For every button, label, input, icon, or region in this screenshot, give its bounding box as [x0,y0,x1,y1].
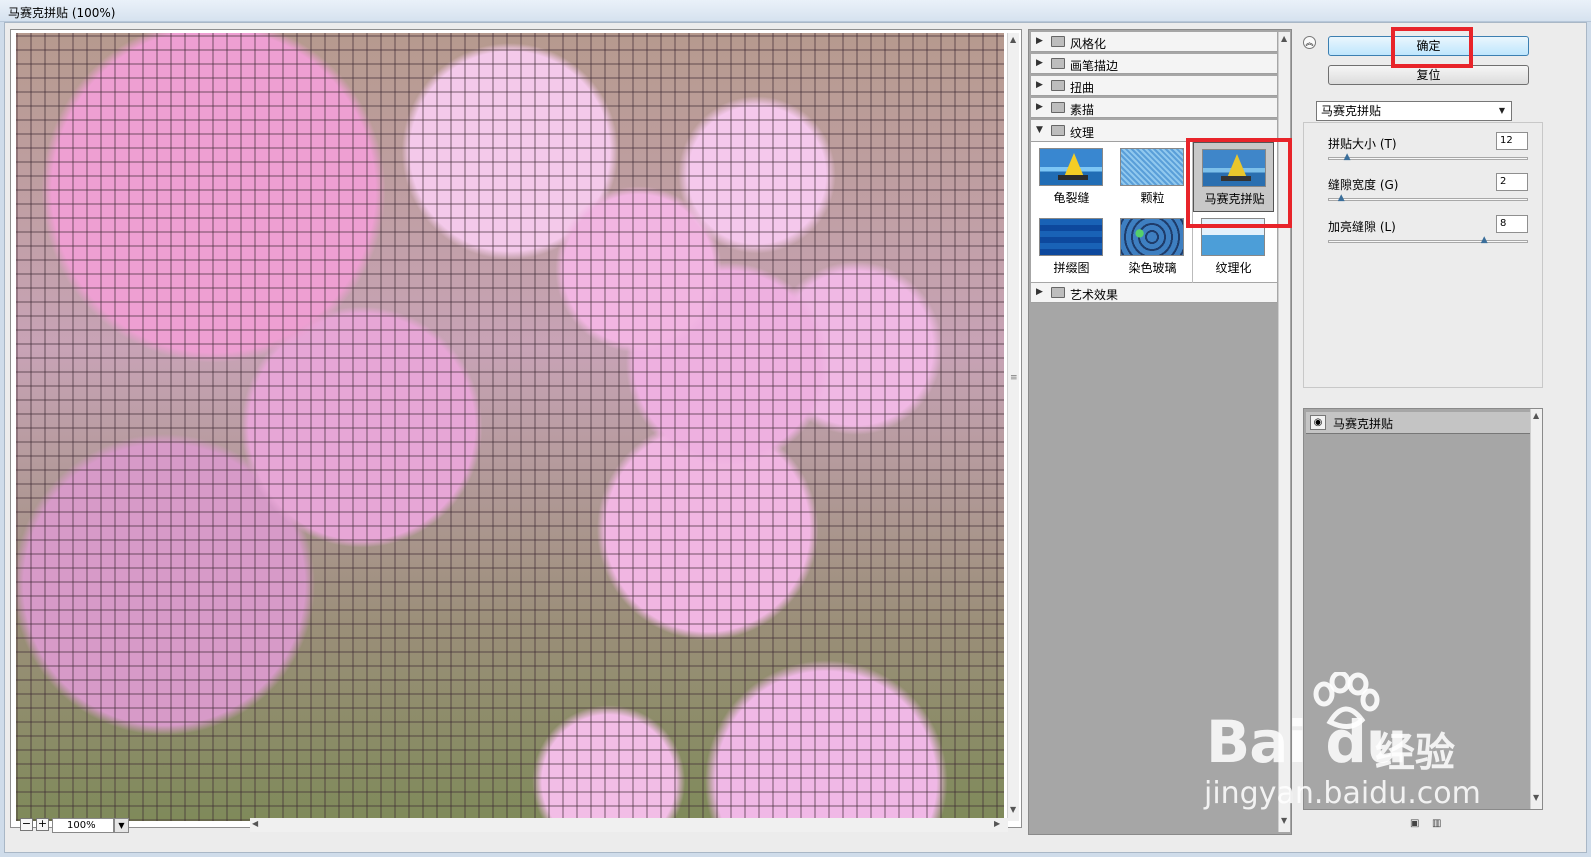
param-value-field[interactable]: 12 [1496,132,1528,150]
slider-thumb-icon[interactable]: ▲ [1344,153,1352,162]
collapse-gallery-icon[interactable]: ︽ [1303,36,1316,49]
expand-triangle-icon[interactable]: ▶ [1036,102,1043,112]
preview-frame: ▲ ≡ ▼ [10,29,1022,828]
param-value-field[interactable]: 2 [1496,173,1528,191]
slider-track[interactable] [1328,157,1528,160]
category-brush-strokes[interactable]: ▶ 画笔描边 [1031,54,1277,74]
scroll-right-icon[interactable]: ▶ [994,819,1000,828]
thumb-label: 拼缀图 [1053,261,1090,275]
folder-icon [1051,58,1065,69]
folder-icon [1051,36,1065,47]
filter-select[interactable]: 马赛克拼贴 ▼ [1316,101,1512,121]
collapse-triangle-icon[interactable]: ▼ [1036,125,1043,135]
filter-thumb-patchwork[interactable]: 拼缀图 [1031,212,1112,282]
category-artistic[interactable]: ▶ 艺术效果 [1031,283,1277,303]
category-label: 纹理 [1070,126,1095,140]
scroll-left-icon[interactable]: ◀ [252,819,258,828]
expand-triangle-icon[interactable]: ▶ [1036,80,1043,90]
expand-triangle-icon[interactable]: ▶ [1036,58,1043,68]
scroll-down-icon[interactable]: ▼ [1010,805,1016,814]
param-value-field[interactable]: 8 [1496,215,1528,233]
layer-name: 马赛克拼贴 [1333,417,1394,431]
expand-triangle-icon[interactable]: ▶ [1036,287,1043,297]
zoom-level-field[interactable]: 100% [52,818,114,833]
expand-triangle-icon[interactable]: ▶ [1036,36,1043,46]
zoom-dropdown-icon[interactable]: ▼ [114,818,129,833]
eye-icon[interactable]: ◉ [1310,415,1326,430]
highlight-box-mosaic-thumb [1186,138,1292,228]
filter-select-value: 马赛克拼贴 [1321,104,1382,118]
filter-parameters: 拼贴大小 (T) 12 ▲ 缝隙宽度 (G) 2 ▲ 加亮缝隙 (L) 8 ▲ [1303,122,1543,388]
thumb-label: 纹理化 [1215,261,1252,275]
filter-thumb-craquelure[interactable]: 龟裂缝 [1031,142,1112,212]
param-label: 加亮缝隙 (L) [1328,220,1396,234]
effect-layer-row[interactable]: ◉ 马赛克拼贴 [1306,412,1530,434]
chevron-down-icon[interactable]: ▼ [1495,104,1509,118]
scroll-down-icon[interactable]: ▼ [1533,793,1539,802]
thumbnail-image [1120,148,1184,186]
reset-button[interactable]: 复位 [1328,65,1529,85]
baidu-jingyan-watermark: Bai du 经验 jingyan.baidu.com [1200,672,1500,822]
folder-open-icon [1051,125,1065,136]
thumb-label: 颗粒 [1140,191,1165,205]
zoom-in-button[interactable]: + [36,818,49,831]
zoom-bar: − + 100% ▼ ◀ ▶ [10,815,1022,835]
category-distort[interactable]: ▶ 扭曲 [1031,76,1277,96]
preview-image[interactable] [16,33,1004,821]
preview-horizontal-scrollbar[interactable]: ◀ ▶ [250,818,1008,832]
window-title: 马赛克拼贴 (100%) [8,6,116,20]
category-label: 扭曲 [1070,81,1095,95]
thumb-label: 龟裂缝 [1053,191,1090,205]
filter-thumb-grain[interactable]: 颗粒 [1112,142,1193,212]
title-bar: 马赛克拼贴 (100%) [0,0,1591,22]
param-grout-width: 缝隙宽度 (G) 2 ▲ [1328,173,1528,214]
category-stylize[interactable]: ▶ 风格化 [1031,32,1277,52]
category-label: 画笔描边 [1070,59,1119,73]
scroll-up-icon[interactable]: ▲ [1533,411,1539,420]
slider-track[interactable] [1328,198,1528,201]
folder-icon [1051,80,1065,91]
scroll-up-icon[interactable]: ▲ [1281,34,1287,43]
filter-thumb-stained-glass[interactable]: 染色玻璃 [1112,212,1193,282]
watermark-brand-cn: 经验 [1375,730,1455,776]
param-tile-size: 拼贴大小 (T) 12 ▲ [1328,132,1528,173]
preview-vertical-scrollbar[interactable]: ▲ ≡ ▼ [1007,33,1019,821]
folder-icon [1051,287,1065,298]
folder-icon [1051,102,1065,113]
slider-thumb-icon[interactable]: ▲ [1481,236,1489,245]
scroll-grip-icon[interactable]: ≡ [1010,373,1018,383]
param-label: 缝隙宽度 (G) [1328,178,1399,192]
slider-track[interactable] [1328,240,1528,243]
category-label: 素描 [1070,103,1095,117]
scroll-up-icon[interactable]: ▲ [1010,35,1016,44]
layers-scrollbar[interactable]: ▲ ▼ [1530,409,1542,809]
highlight-box-ok [1391,27,1473,68]
slider-thumb-icon[interactable]: ▲ [1338,194,1346,203]
thumbnail-image [1039,218,1103,256]
category-label: 艺术效果 [1070,288,1119,302]
category-label: 风格化 [1070,37,1107,51]
param-label: 拼贴大小 (T) [1328,137,1397,151]
param-lighten-grout: 加亮缝隙 (L) 8 ▲ [1328,215,1528,256]
thumbnail-image [1039,148,1103,186]
category-sketch[interactable]: ▶ 素描 [1031,98,1277,118]
thumbnail-image [1120,218,1184,256]
thumb-label: 染色玻璃 [1128,261,1177,275]
zoom-out-button[interactable]: − [20,818,33,831]
watermark-url: jingyan.baidu.com [1204,776,1481,811]
